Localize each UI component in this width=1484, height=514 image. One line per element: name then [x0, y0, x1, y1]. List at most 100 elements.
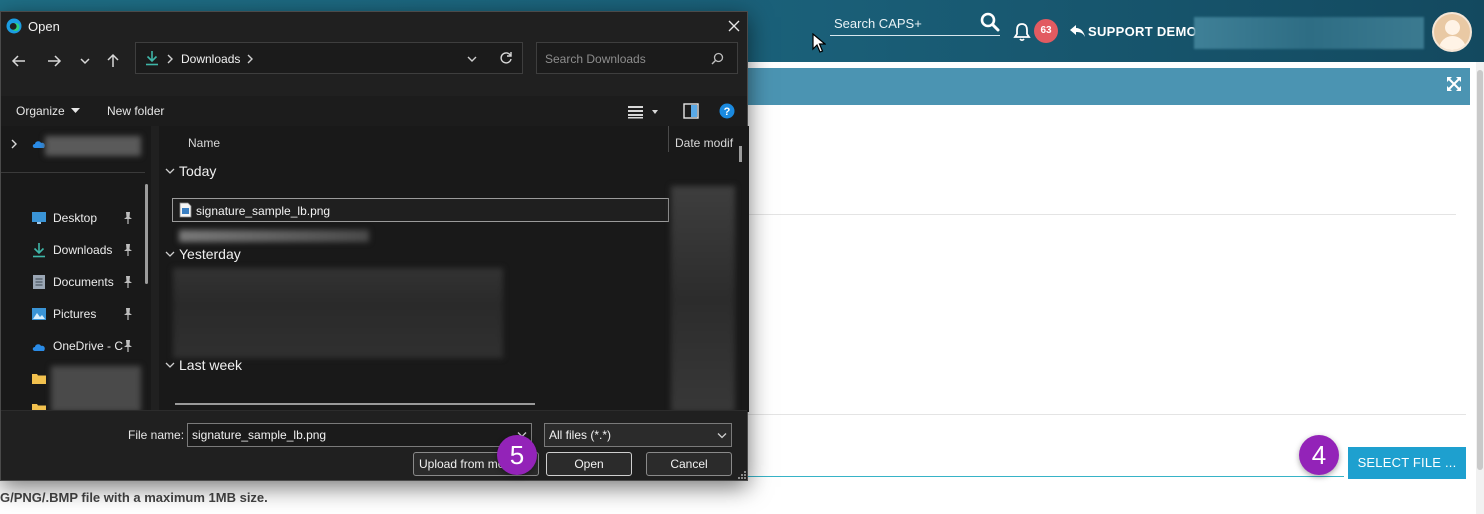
desktop-icon — [32, 212, 46, 224]
nav-item-documents[interactable]: Documents — [31, 272, 143, 292]
step-marker-4: 4 — [1299, 435, 1339, 475]
redacted-file-rows — [173, 268, 503, 358]
search-placeholder: Search CAPS+ — [834, 16, 922, 31]
mouse-cursor-icon — [812, 33, 826, 53]
chevron-down-icon — [717, 433, 727, 439]
recent-locations-chevron-icon[interactable] — [76, 52, 94, 70]
downloads-icon — [33, 243, 45, 258]
breadcrumb-chevron-icon — [167, 54, 173, 64]
expand-chevron-icon[interactable] — [9, 138, 19, 150]
organize-menu[interactable]: Organize — [16, 104, 81, 118]
nav-item-label: Pictures — [53, 307, 97, 321]
chevron-down-icon — [71, 108, 81, 113]
step-marker-5: 5 — [497, 435, 537, 475]
user-avatar[interactable] — [1432, 12, 1472, 52]
nav-item-desktop[interactable]: Desktop — [31, 208, 143, 228]
notification-bell-icon[interactable] — [1013, 22, 1031, 42]
organize-label: Organize — [16, 104, 65, 118]
navigation-pane: Desktop Downloads Documents Pictures One — [1, 126, 151, 414]
page-scrollbar[interactable] — [1476, 62, 1484, 514]
edge-logo-icon — [6, 18, 22, 34]
nav-item-label: OneDrive - C — [53, 339, 124, 353]
redacted-folder-names — [51, 366, 141, 412]
nav-item-onedrive[interactable]: OneDrive - C — [31, 336, 143, 356]
up-arrow-icon[interactable] — [104, 52, 122, 70]
chevron-down-icon[interactable] — [165, 360, 175, 370]
pin-icon — [124, 212, 132, 224]
screen: Search CAPS+ 63 SUPPORT DEMO SELECT FILE — [0, 0, 1484, 514]
select-file-button[interactable]: SELECT FILE ... — [1348, 447, 1466, 479]
file-size-hint: G/PNG/.BMP file with a maximum 1MB size. — [0, 490, 268, 505]
support-demo-link[interactable]: SUPPORT DEMO — [1070, 24, 1197, 39]
divider — [748, 414, 1466, 415]
file-name-label: File name: — [128, 428, 185, 442]
file-name: signature_sample_lb.png — [196, 204, 331, 218]
column-header-name[interactable]: Name — [188, 136, 220, 150]
file-type-value: All files (*.*) — [549, 428, 612, 442]
chevron-down-icon[interactable] — [165, 166, 175, 176]
search-downloads-placeholder: Search Downloads — [545, 52, 646, 66]
expand-icon[interactable] — [1447, 77, 1461, 91]
preview-pane-icon[interactable] — [683, 103, 699, 119]
nav-item-downloads[interactable]: Downloads — [31, 240, 143, 260]
nav-item-label: Desktop — [53, 211, 98, 225]
open-file-dialog: Open Downloads Search Downloads Organize… — [0, 11, 749, 481]
horizontal-scrollbar[interactable] — [175, 403, 535, 405]
new-folder-button[interactable]: New folder — [107, 104, 164, 118]
cancel-button[interactable]: Cancel — [646, 452, 732, 476]
divider — [748, 214, 1456, 215]
pin-icon — [124, 308, 132, 320]
file-list-scrollbar[interactable] — [739, 146, 742, 162]
redacted-date-column — [671, 186, 735, 412]
notification-badge[interactable]: 63 — [1034, 19, 1058, 43]
reply-icon — [1070, 25, 1085, 37]
close-icon[interactable] — [722, 16, 746, 36]
image-file-icon — [179, 202, 192, 218]
address-bar[interactable]: Downloads — [135, 42, 523, 74]
onedrive-icon — [32, 344, 45, 351]
column-header-date-modified[interactable]: Date modif — [675, 136, 733, 150]
address-dropdown-icon[interactable] — [466, 53, 478, 65]
pictures-icon — [32, 308, 46, 320]
pane-divider — [1, 172, 145, 173]
back-arrow-icon[interactable] — [10, 52, 28, 70]
search-downloads-field[interactable]: Search Downloads — [536, 42, 738, 74]
column-divider[interactable] — [668, 126, 669, 152]
help-icon[interactable]: ? — [719, 103, 735, 119]
documents-icon — [33, 275, 45, 289]
search-icon[interactable] — [980, 12, 1000, 32]
global-search[interactable]: Search CAPS+ — [830, 12, 1000, 36]
breadcrumb-downloads[interactable]: Downloads — [181, 52, 240, 66]
file-name-input[interactable] — [187, 423, 532, 447]
open-button[interactable]: Open — [546, 452, 632, 476]
view-options-icon[interactable] — [627, 104, 659, 120]
resize-grip-icon[interactable] — [737, 470, 747, 480]
nav-item-pictures[interactable]: Pictures — [31, 304, 143, 324]
nav-item-label: Downloads — [53, 243, 113, 257]
refresh-icon[interactable] — [499, 51, 513, 65]
breadcrumb-chevron-icon[interactable] — [246, 54, 254, 64]
file-list-pane: Name Date modif Today signature_sample_l… — [159, 126, 749, 412]
dialog-titlebar[interactable]: Open — [1, 12, 747, 40]
search-icon — [711, 52, 724, 65]
file-row-selected[interactable]: signature_sample_lb.png — [172, 198, 669, 222]
support-demo-label: SUPPORT DEMO — [1088, 24, 1198, 39]
redacted-user-info — [1194, 17, 1424, 49]
pin-icon — [124, 340, 132, 352]
nav-item-label: Documents — [53, 275, 114, 289]
nav-pane-scrollbar[interactable] — [145, 184, 148, 284]
pin-icon — [124, 244, 132, 256]
upload-file-field[interactable] — [748, 476, 1344, 477]
group-header-today[interactable]: Today — [179, 163, 216, 179]
command-bar: Organize New folder ? — [1, 96, 747, 126]
group-header-yesterday[interactable]: Yesterday — [179, 246, 241, 262]
dialog-title: Open — [28, 19, 60, 34]
svg-text:?: ? — [724, 106, 731, 118]
file-type-select[interactable]: All files (*.*) — [544, 423, 732, 447]
downloads-icon — [146, 51, 158, 66]
folder-icon — [32, 374, 46, 384]
group-header-last-week[interactable]: Last week — [179, 357, 242, 373]
forward-arrow-icon[interactable] — [45, 52, 63, 70]
chevron-down-icon[interactable] — [165, 249, 175, 259]
dialog-footer: File name: All files (*.*) Upload from m… — [1, 410, 747, 480]
